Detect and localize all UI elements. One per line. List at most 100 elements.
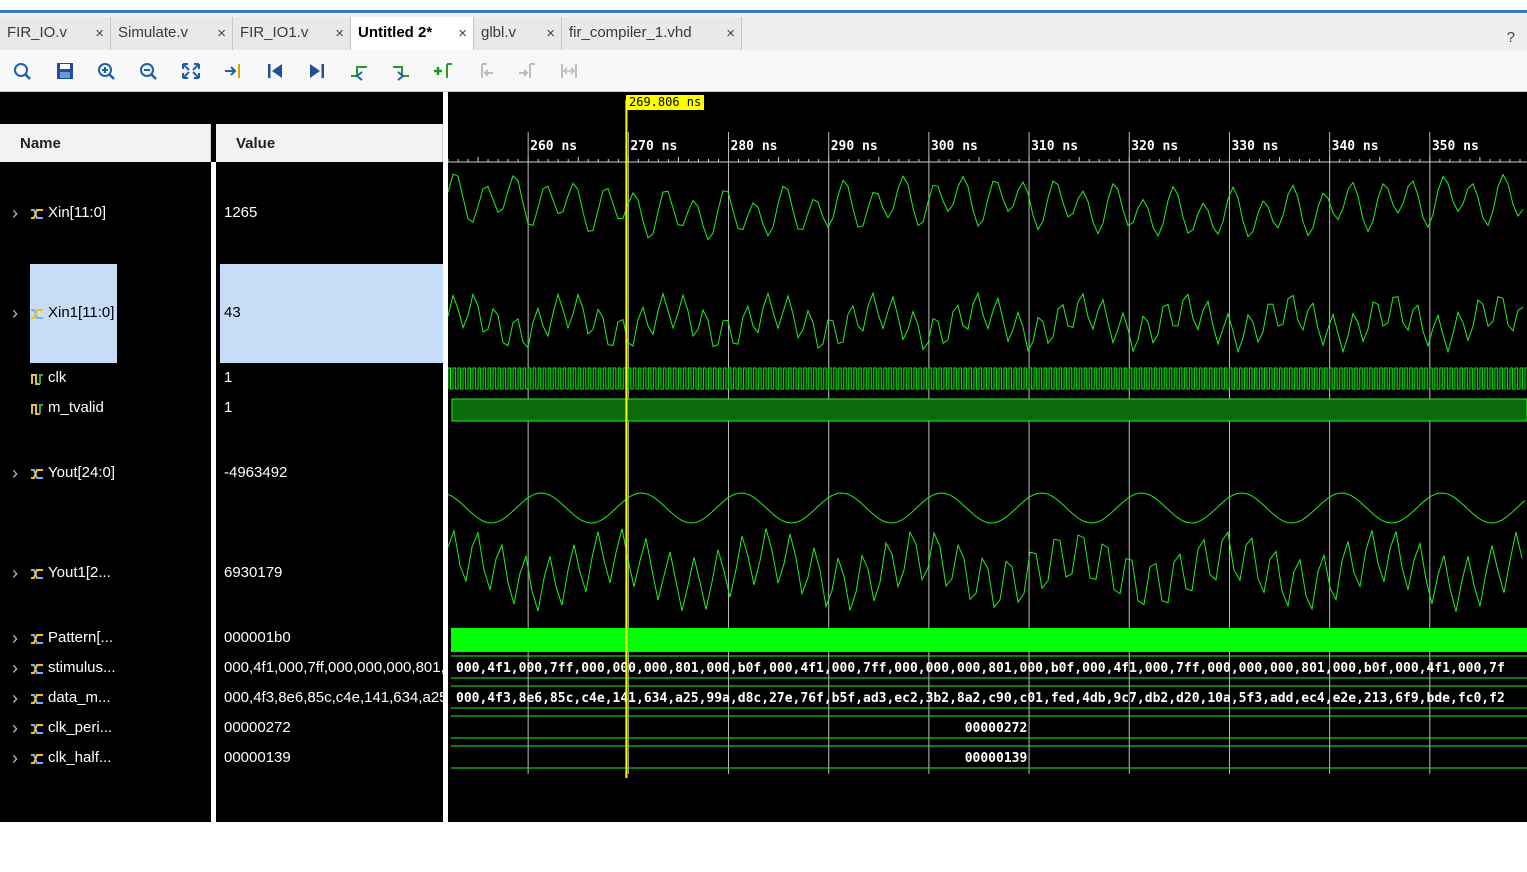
expand-chevron-icon[interactable]: › xyxy=(12,718,18,739)
column-header-label: Value xyxy=(236,135,276,152)
signal-row-name[interactable]: › Xin1[11:0] xyxy=(0,303,211,325)
ruler-tick-label: 310 ns xyxy=(1031,139,1078,154)
tab-label: FIR_IO.v xyxy=(7,24,68,41)
expand-chevron-icon[interactable]: › xyxy=(12,688,18,709)
waveform-canvas[interactable]: 260 ns 270 ns 280 ns 290 ns 300 ns 310 ns 320 … xyxy=(447,92,1527,822)
expand-chevron-icon[interactable]: › xyxy=(12,563,18,584)
next-transition-icon[interactable] xyxy=(390,61,412,81)
bit-icon xyxy=(30,402,44,416)
signal-row-name[interactable]: › stimulus... xyxy=(0,658,211,680)
go-to-time-zero-icon[interactable] xyxy=(264,61,286,81)
tab-glbl[interactable]: glbl.v × xyxy=(474,17,562,50)
signal-value: 00000139 xyxy=(224,749,291,766)
tab-simulate[interactable]: Simulate.v × xyxy=(111,17,233,50)
go-to-last-time-icon[interactable] xyxy=(306,61,328,81)
signal-name: Yout[24:0] xyxy=(48,464,116,481)
clk-waveform-fill xyxy=(452,368,1527,389)
xin-waveform[interactable] xyxy=(447,173,1524,241)
tab-label: glbl.v xyxy=(481,24,517,41)
bus-icon xyxy=(30,632,44,646)
close-icon[interactable]: × xyxy=(546,25,555,42)
ruler-tick-label: 350 ns xyxy=(1432,139,1479,154)
signal-value: 000,4f3,8e6,85c,c4e,141,634,a25, xyxy=(224,689,443,706)
signal-value: 1 xyxy=(224,399,233,416)
signal-row-name[interactable]: › Pattern[... xyxy=(0,628,211,650)
bus-icon xyxy=(30,567,44,581)
ruler-tick-label: 270 ns xyxy=(630,139,677,154)
column-divider[interactable] xyxy=(211,162,216,822)
data-m-waveform-value-text: 000,4f3,8e6,85c,c4e,141,634,a25,99a,d8c,… xyxy=(456,691,1505,706)
close-icon[interactable]: × xyxy=(335,25,344,42)
tab-untitled-2[interactable]: Untitled 2* × xyxy=(351,17,474,50)
signal-name: clk_half... xyxy=(48,749,112,766)
zoom-in-icon[interactable] xyxy=(96,61,118,81)
bit-icon xyxy=(30,372,44,386)
signal-value: 43 xyxy=(224,304,241,321)
column-header-value[interactable]: Value xyxy=(216,124,443,162)
m-tvalid-waveform[interactable] xyxy=(451,398,1527,422)
close-icon[interactable]: × xyxy=(217,25,226,42)
signal-value: 000001b0 xyxy=(224,629,291,646)
signal-row-name[interactable]: › Yout1[2... xyxy=(0,563,211,585)
tab-fir-compiler[interactable]: fir_compiler_1.vhd × xyxy=(562,17,742,50)
bus-icon xyxy=(30,467,44,481)
column-header-name[interactable]: Name xyxy=(0,124,211,162)
save-icon[interactable] xyxy=(54,61,76,81)
signal-row-name[interactable]: › clk_peri... xyxy=(0,718,211,740)
stimulus-waveform-value-text: 000,4f1,000,7ff,000,000,000,801,000,b0f,… xyxy=(456,661,1505,676)
editor-tab-bar: FIR_IO.v × Simulate.v × FIR_IO1.v × Unti… xyxy=(0,13,1527,50)
expand-chevron-icon[interactable]: › xyxy=(12,303,18,324)
zoom-fit-icon[interactable] xyxy=(180,61,202,81)
tab-fir-io[interactable]: FIR_IO.v × xyxy=(0,17,111,50)
swap-cursors-icon xyxy=(558,61,580,81)
waveform-panel[interactable]: 260 ns 270 ns 280 ns 290 ns 300 ns 310 ns 320 … xyxy=(447,92,1527,822)
bus-icon xyxy=(30,722,44,736)
signal-value: -4963492 xyxy=(224,464,288,481)
clk-half-waveform-value-text: 00000139 xyxy=(965,751,1028,766)
search-icon[interactable] xyxy=(12,61,34,81)
expand-chevron-icon[interactable]: › xyxy=(12,463,18,484)
tab-fir-io1[interactable]: FIR_IO1.v × xyxy=(233,17,351,50)
signal-name: Yout1[2... xyxy=(48,564,111,581)
expand-chevron-icon[interactable]: › xyxy=(12,203,18,224)
window-top-border xyxy=(0,0,1527,13)
previous-transition-icon[interactable] xyxy=(348,61,370,81)
yout1-waveform[interactable] xyxy=(447,528,1523,612)
signal-row-name[interactable]: › clk_half... xyxy=(0,748,211,770)
signal-row-name[interactable]: › data_m... xyxy=(0,688,211,710)
close-icon[interactable]: × xyxy=(726,25,735,42)
tab-label: Untitled 2* xyxy=(358,24,433,41)
bus-icon xyxy=(30,662,44,676)
signal-row-name[interactable]: › Yout[24:0] xyxy=(0,463,211,485)
signal-list-panel: Name Value › Xin[11:0] 1265 › Xin1[11:0] 43 cl… xyxy=(0,92,443,872)
signal-name: Xin[11:0] xyxy=(48,204,107,221)
close-icon[interactable]: × xyxy=(95,25,104,42)
signal-name: clk_peri... xyxy=(48,719,113,736)
tab-label: fir_compiler_1.vhd xyxy=(569,24,692,41)
yout-waveform[interactable] xyxy=(447,492,1526,524)
expand-chevron-icon[interactable]: › xyxy=(12,628,18,649)
signal-value: 1265 xyxy=(224,204,258,221)
expand-chevron-icon[interactable]: › xyxy=(12,748,18,769)
signal-name: m_tvalid xyxy=(48,399,104,416)
clk-period-waveform-value-text: 00000272 xyxy=(965,721,1028,736)
signal-row-name[interactable]: › Xin[11:0] xyxy=(0,203,211,225)
close-icon[interactable]: × xyxy=(458,25,467,42)
signal-value: 1 xyxy=(224,369,233,386)
ruler-tick-label: 340 ns xyxy=(1332,139,1379,154)
signal-name: Xin1[11:0] xyxy=(48,304,115,321)
help-icon[interactable]: ? xyxy=(1507,29,1515,46)
pattern-waveform[interactable] xyxy=(451,628,1527,652)
bus-icon xyxy=(30,692,44,706)
add-marker-icon[interactable] xyxy=(432,61,454,81)
signal-name: stimulus... xyxy=(48,659,116,676)
xin1-waveform[interactable] xyxy=(447,291,1524,354)
signal-name: clk xyxy=(48,369,67,386)
signal-name: Pattern[... xyxy=(48,629,114,646)
signal-row-name[interactable]: clk xyxy=(0,368,211,390)
go-to-cursor-icon[interactable] xyxy=(222,61,244,81)
expand-chevron-icon[interactable]: › xyxy=(12,658,18,679)
zoom-out-icon[interactable] xyxy=(138,61,160,81)
tab-label: Simulate.v xyxy=(118,24,189,41)
signal-row-name[interactable]: m_tvalid xyxy=(0,398,211,420)
